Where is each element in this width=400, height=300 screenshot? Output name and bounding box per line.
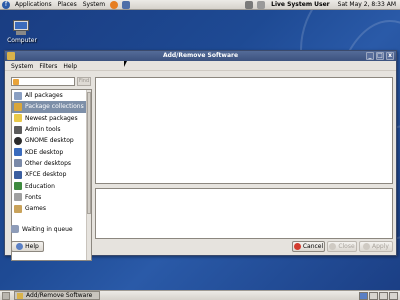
group-item-xfce-desktop[interactable]: XFCE desktop — [12, 169, 91, 180]
group-item-kde-desktop[interactable]: KDE desktop — [12, 146, 91, 157]
group-label: Fonts — [25, 193, 42, 201]
apply-button-label: Apply — [372, 243, 389, 250]
status-text: Waiting in queue — [22, 225, 73, 233]
network-status-icon[interactable] — [245, 0, 254, 9]
scrollbar-thumb[interactable] — [87, 92, 91, 214]
close-button[interactable]: Close — [327, 241, 357, 252]
computer-screen-shape — [13, 20, 29, 31]
computer-label[interactable]: Computer — [2, 37, 42, 44]
add-remove-software-window: Add/Remove Software _ □ x System Filters… — [4, 50, 397, 261]
close-icon[interactable]: x — [386, 52, 394, 60]
group-item-other-desktops[interactable]: Other desktops — [12, 158, 91, 169]
search-icon — [13, 79, 19, 85]
window-title: Add/Remove Software — [162, 52, 239, 59]
apply-button[interactable]: Apply — [359, 241, 393, 252]
volume-icon[interactable] — [257, 0, 266, 9]
packages-icon — [14, 91, 22, 100]
gnome-icon — [14, 136, 22, 145]
group-label: KDE desktop — [25, 148, 64, 156]
education-icon — [14, 182, 22, 191]
group-item-games[interactable]: Games — [12, 203, 91, 214]
help-icon — [16, 243, 24, 250]
other-desktops-icon — [14, 159, 22, 168]
group-item-education[interactable]: Education — [12, 180, 91, 191]
help-button-label: Help — [25, 243, 39, 250]
group-label: GNOME desktop — [25, 137, 74, 145]
taskbar-window-button[interactable]: Add/Remove Software — [14, 291, 100, 300]
workspace-3[interactable] — [379, 291, 388, 300]
close-button-label: Close — [338, 243, 355, 250]
admin-tools-icon — [14, 125, 22, 134]
menu-places[interactable]: Places — [55, 0, 80, 10]
search-input[interactable] — [11, 77, 75, 86]
group-item-gnome-desktop[interactable]: GNOME desktop — [12, 135, 91, 146]
find-button[interactable]: Find — [77, 77, 91, 86]
group-item-fonts[interactable]: Fonts — [12, 192, 91, 203]
clock[interactable]: Sat May 2, 8:33 AM — [334, 1, 400, 8]
queue-status-icon — [11, 225, 19, 233]
status-area: Waiting in queue — [11, 225, 73, 233]
group-list[interactable]: All packages Package collections Newest … — [11, 89, 92, 261]
group-list-scrollbar[interactable] — [86, 90, 91, 260]
group-label: Newest packages — [25, 114, 78, 122]
menu-filters[interactable]: Filters — [36, 63, 60, 70]
xfce-icon — [14, 170, 22, 179]
window-titlebar[interactable]: Add/Remove Software _ □ x — [5, 51, 396, 61]
workspace-switcher[interactable] — [358, 291, 398, 300]
mouse-pointer-icon — [124, 61, 127, 67]
group-item-all-packages[interactable]: All packages — [12, 90, 91, 101]
mail-launcher-icon[interactable] — [122, 0, 131, 9]
group-label: Education — [25, 182, 55, 190]
help-button[interactable]: Help — [11, 241, 44, 252]
user-switcher[interactable]: Live System User — [267, 1, 334, 8]
games-icon — [14, 204, 22, 213]
computer-base-shape — [16, 31, 26, 35]
show-desktop-icon[interactable] — [2, 291, 10, 300]
menu-applications[interactable]: Applications — [12, 0, 55, 10]
menu-system[interactable]: System — [8, 63, 36, 70]
group-label: Admin tools — [25, 126, 61, 134]
computer-icon[interactable] — [11, 20, 31, 36]
package-icon — [17, 292, 23, 299]
top-panel: f Applications Places System Live System… — [0, 0, 400, 10]
fonts-icon — [14, 193, 22, 202]
bottom-panel: Add/Remove Software — [0, 290, 400, 300]
package-icon — [7, 52, 15, 60]
collections-icon — [14, 102, 22, 111]
group-item-newest-packages[interactable]: Newest packages — [12, 113, 91, 124]
window-menubar: System Filters Help — [5, 62, 396, 71]
workspace-2[interactable] — [369, 291, 378, 300]
cancel-icon — [293, 243, 301, 250]
maximize-icon[interactable]: □ — [376, 52, 384, 60]
firefox-launcher-icon[interactable] — [110, 0, 119, 9]
cancel-button-label: Cancel — [302, 243, 324, 250]
menu-help[interactable]: Help — [60, 63, 80, 70]
package-details-pane[interactable] — [95, 188, 393, 239]
workspace-1[interactable] — [359, 291, 368, 300]
group-label: Games — [25, 205, 46, 213]
package-list-pane[interactable] — [95, 77, 393, 184]
apply-icon — [363, 243, 371, 250]
close-icon — [329, 243, 337, 250]
new-icon — [14, 114, 22, 123]
workspace-4[interactable] — [389, 291, 398, 300]
group-item-package-collections[interactable]: Package collections — [12, 101, 91, 113]
cancel-button[interactable]: Cancel — [292, 241, 325, 252]
minimize-icon[interactable]: _ — [366, 52, 374, 60]
taskbar-window-label: Add/Remove Software — [26, 292, 93, 299]
group-label: All packages — [25, 92, 63, 100]
group-label: Package collections — [25, 103, 84, 111]
group-label: XFCE desktop — [25, 171, 67, 179]
kde-icon — [14, 148, 22, 157]
menu-system[interactable]: System — [80, 0, 108, 10]
group-item-admin-tools[interactable]: Admin tools — [12, 124, 91, 135]
window-controls: _ □ x — [366, 52, 394, 60]
fedora-logo-icon[interactable]: f — [2, 0, 10, 9]
group-label: Other desktops — [25, 159, 72, 167]
